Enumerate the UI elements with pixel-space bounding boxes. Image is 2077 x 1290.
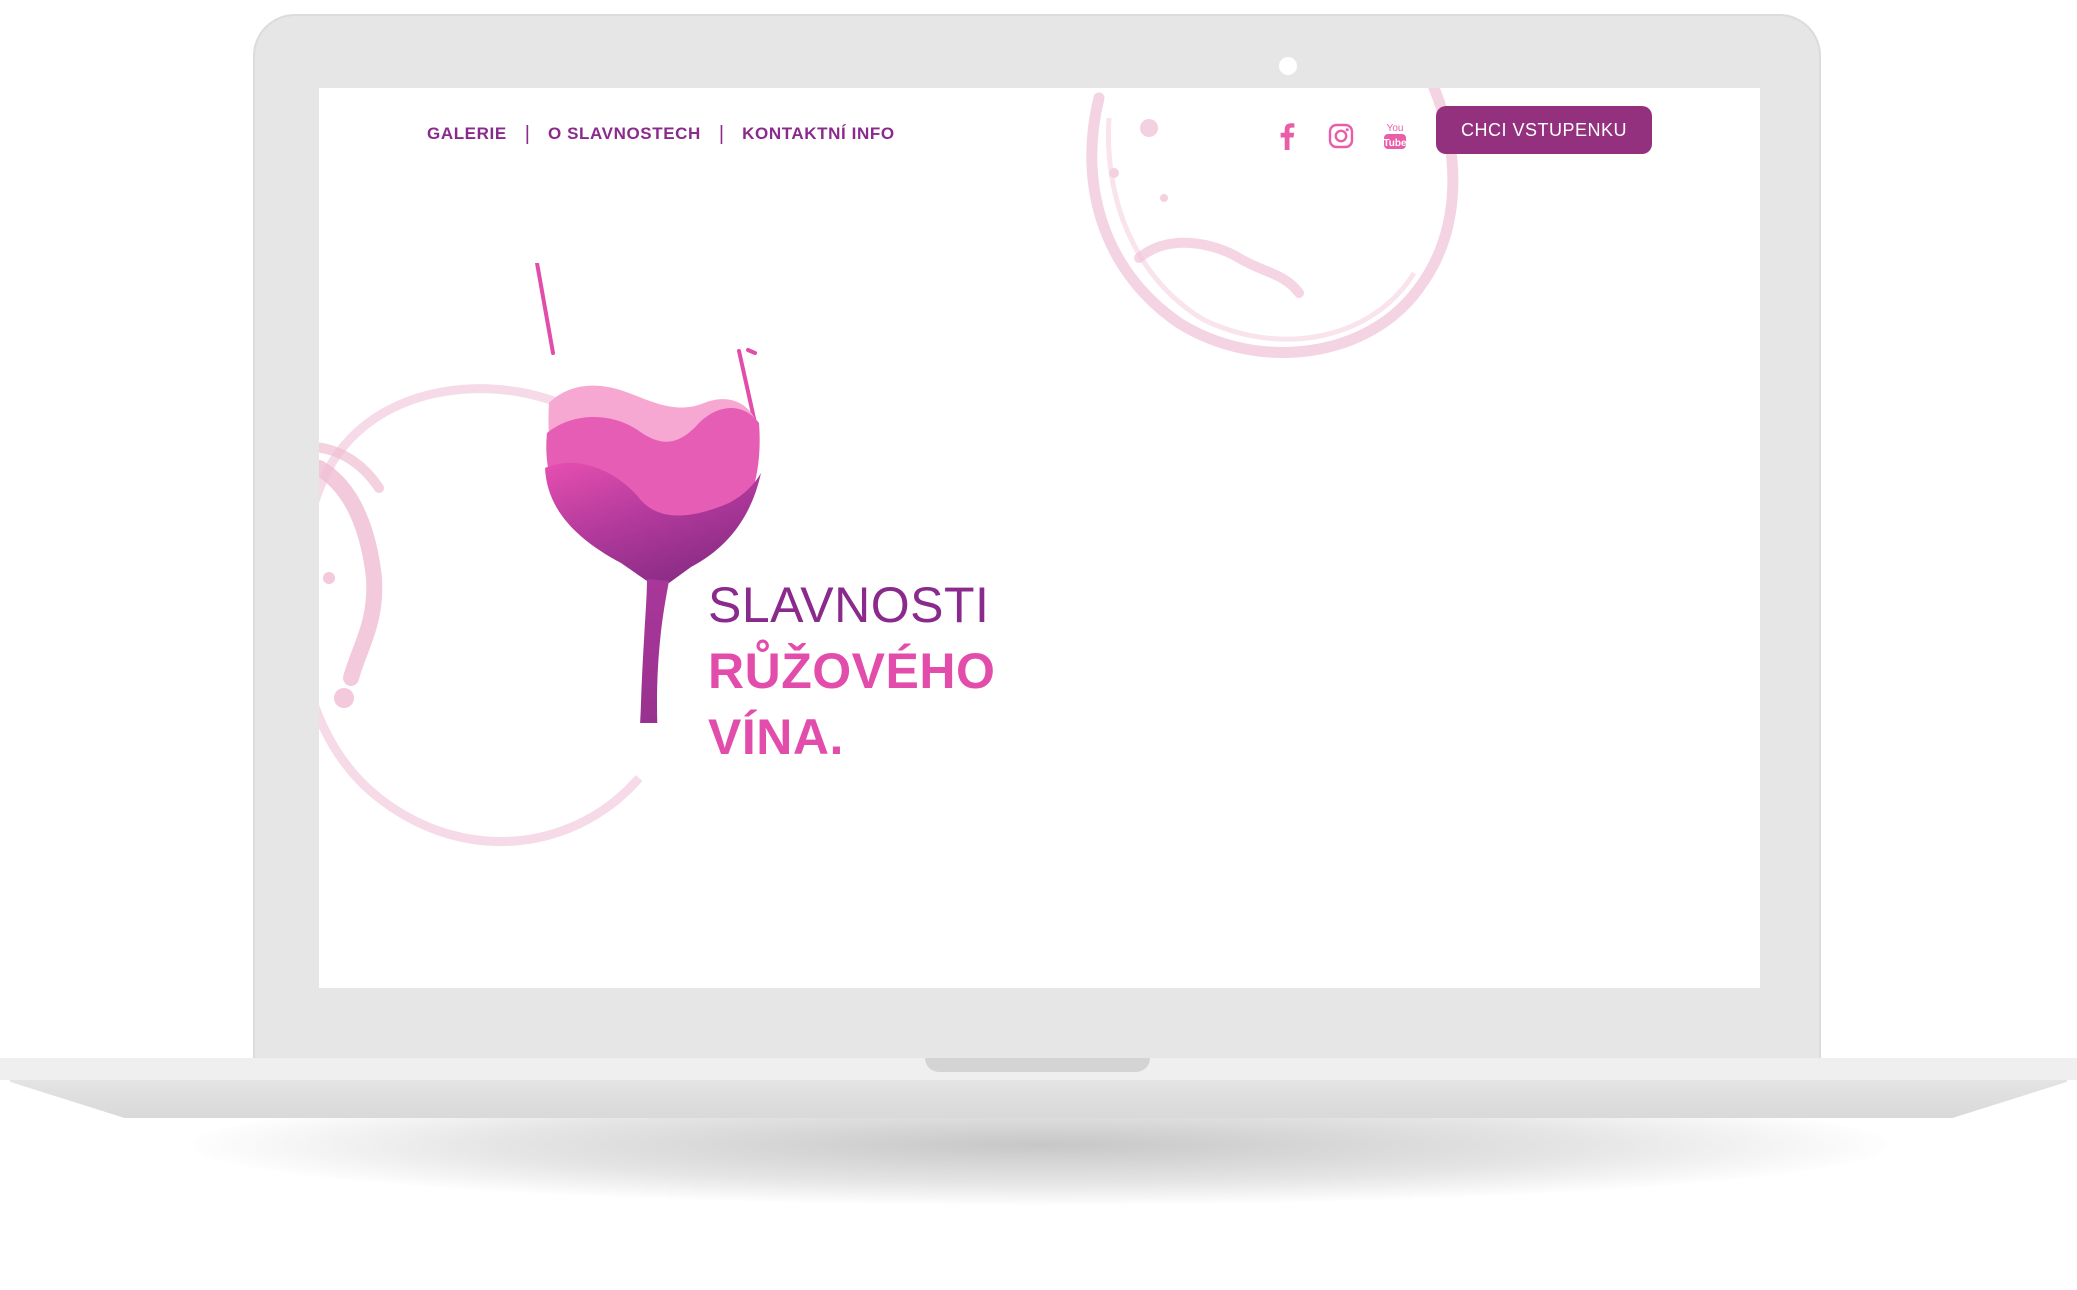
hero-title-line-3: VÍNA.: [708, 709, 844, 765]
nav-separator: |: [718, 122, 725, 145]
mockup-stage: GALERIE | O SLAVNOSTECH | KONTAKTNÍ INFO…: [0, 0, 2077, 1290]
hero-title-line-1: SLAVNOSTI: [708, 577, 990, 633]
svg-text:You: You: [1387, 123, 1404, 134]
laptop-notch: [925, 1058, 1150, 1072]
nav-link-kontaktni-info[interactable]: KONTAKTNÍ INFO: [742, 124, 895, 144]
facebook-icon[interactable]: [1269, 118, 1305, 154]
nav-link-galerie[interactable]: GALERIE: [427, 124, 507, 144]
buy-ticket-button[interactable]: CHCI VSTUPENKU: [1436, 106, 1652, 154]
hero-title-line-2: RŮŽOVÉHO: [708, 643, 996, 699]
youtube-icon[interactable]: You Tube: [1377, 118, 1413, 154]
hero-title: SLAVNOSTI RŮŽOVÉHO VÍNA.: [708, 580, 995, 762]
nav-link-o-slavnostech[interactable]: O SLAVNOSTECH: [548, 124, 701, 144]
camera-icon: [1279, 57, 1297, 75]
nav-separator: |: [524, 122, 530, 145]
svg-text:Tube: Tube: [1383, 138, 1407, 149]
website-screen: GALERIE | O SLAVNOSTECH | KONTAKTNÍ INFO…: [319, 88, 1760, 988]
instagram-icon[interactable]: [1323, 118, 1359, 154]
main-nav: GALERIE | O SLAVNOSTECH | KONTAKTNÍ INFO: [427, 116, 895, 152]
